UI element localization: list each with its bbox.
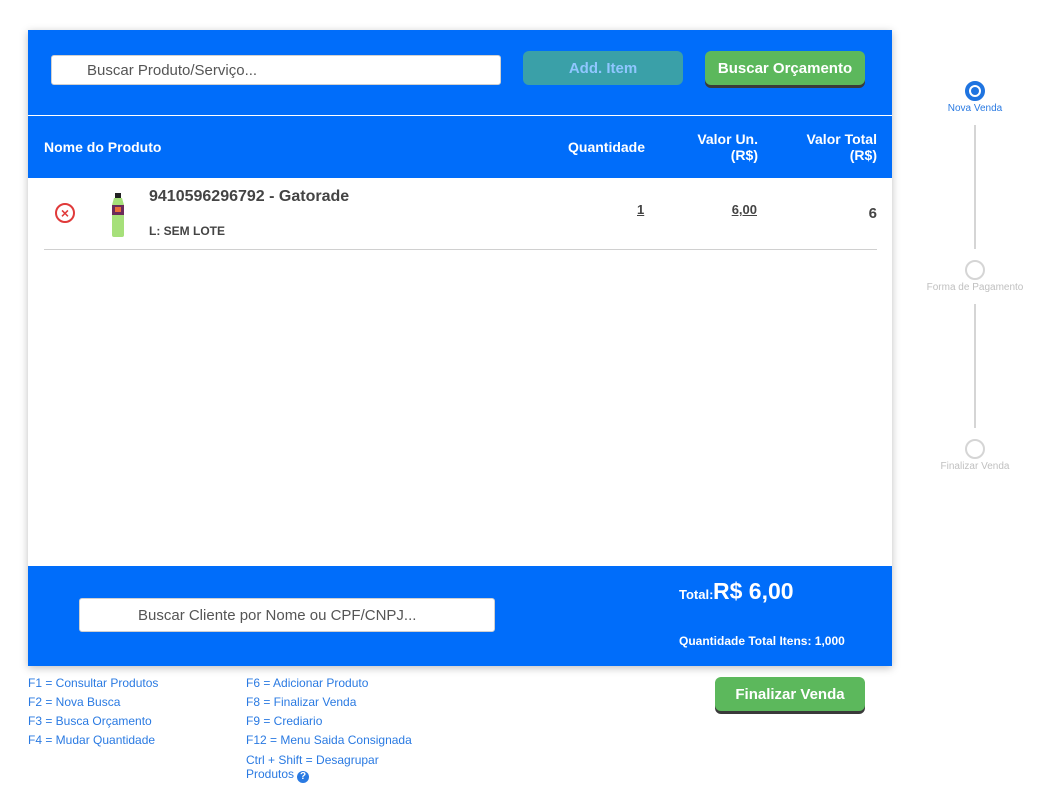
shortcut-ungroup-line1: Ctrl + Shift = Desagrupar [246,753,379,767]
product-thumbnail [112,193,124,237]
header-total-value-line2: (R$) [849,147,877,163]
table-row: × 9410596296792 - Gatorade L: SEM LOTE 1… [44,180,877,250]
total-quantity-label: Quantidade Total Itens: [679,634,812,648]
shortcut-item: F4 = Mudar Quantidade [28,733,156,747]
remove-item-icon[interactable]: × [55,203,75,223]
product-name: 9410596296792 - Gatorade [149,188,350,205]
step-label: Finalizar Venda [940,461,1010,472]
shortcut-item: F6 = Adicionar Produto [246,676,369,690]
total-label: Total: [679,587,714,602]
top-bar: Add. Item Buscar Orçamento [28,30,892,115]
shortcut-item: F9 = Crediario [246,714,323,728]
search-budget-button[interactable]: Buscar Orçamento [705,51,865,85]
client-search-input[interactable] [79,598,495,632]
shortcut-list-1: F1 = Consultar Produtos F2 = Nova Busca … [28,674,158,750]
shortcut-item: F3 = Busca Orçamento [28,714,152,728]
header-total-value: Valor Total (R$) [806,131,877,163]
footer-bar: Total: R$ 6,00 Quantidade Total Itens: 1… [28,566,892,666]
shortcut-item-ungroup: Ctrl + Shift = Desagrupar Produtos? [246,753,436,783]
total-quantity-value: 1,000 [814,634,845,648]
step-inactive-icon [965,260,985,280]
header-quantity: Quantidade [568,139,646,155]
finalize-sale-button[interactable]: Finalizar Venda [715,677,865,711]
table-header: Nome do Produto Quantidade Valor Un. (R$… [28,116,892,178]
shortcut-list-2: F6 = Adicionar Produto F8 = Finalizar Ve… [246,674,436,783]
step-label: Nova Venda [947,103,1003,114]
step-connector [974,125,976,249]
header-total-value-line1: Valor Total [806,131,877,147]
help-icon[interactable]: ? [297,771,310,783]
product-lote: L: SEM LOTE [149,224,225,238]
product-unit-value-link[interactable]: 6,00 [732,202,757,217]
shortcut-item: F2 = Nova Busca [28,695,121,709]
progress-stepper: Nova Venda Forma de Pagamento Finalizar … [900,80,1044,500]
add-item-button[interactable]: Add. Item [523,51,683,85]
header-unit-value-line2: (R$) [730,147,758,163]
product-search-input[interactable] [51,55,501,85]
shortcut-item: F8 = Finalizar Venda [246,695,357,709]
total-quantity-line: Quantidade Total Itens: 1,000 [679,634,845,648]
step-inactive-icon [965,439,985,459]
product-quantity-link[interactable]: 1 [637,202,644,217]
header-product-name: Nome do Produto [44,139,162,155]
total-value: R$ 6,00 [713,578,794,604]
product-total-value: 6 [868,205,877,222]
shortcut-ungroup-line2: Produtos [246,767,295,781]
shortcut-item: F1 = Consultar Produtos [28,676,159,690]
shortcut-item: F12 = Menu Saida Consignada [246,733,412,747]
sale-panel: Add. Item Buscar Orçamento Nome do Produ… [28,30,892,666]
step-active-icon [965,81,985,101]
header-unit-value: Valor Un. (R$) [697,131,758,163]
header-unit-value-line1: Valor Un. [697,131,758,147]
step-label: Forma de Pagamento [926,282,1024,293]
step-connector [974,304,976,428]
